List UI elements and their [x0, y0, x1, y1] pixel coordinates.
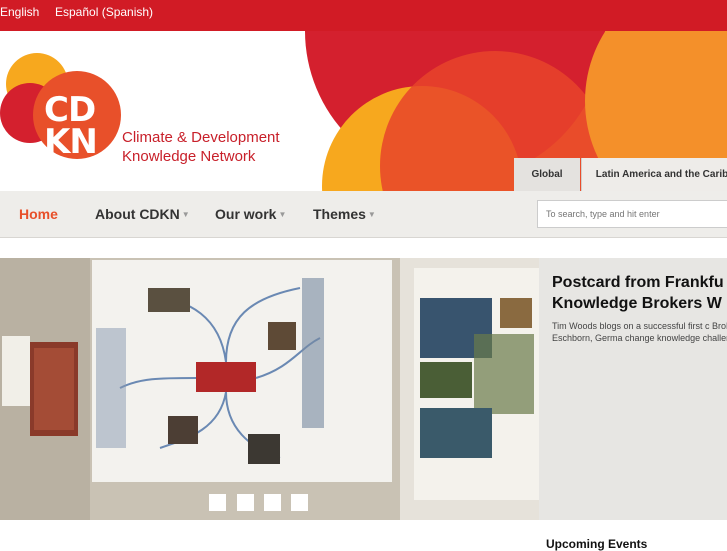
search-input[interactable] — [537, 200, 727, 228]
slide-dot-2[interactable] — [237, 494, 254, 511]
slide-dot-1[interactable] — [209, 494, 226, 511]
nav-about[interactable]: About CDKN ▼ — [95, 206, 190, 222]
logo-name-line1: Climate & Development — [122, 129, 280, 146]
upcoming-events-heading: Upcoming Events — [546, 537, 648, 551]
lang-english[interactable]: English — [0, 5, 39, 19]
chevron-down-icon: ▼ — [278, 210, 287, 219]
feature-photo — [0, 258, 539, 520]
nav-our-work[interactable]: Our work ▼ — [215, 206, 286, 222]
slide-dot-3[interactable] — [264, 494, 281, 511]
feature-panel: Postcard from Frankfu Knowledge Brokers … — [539, 258, 727, 520]
nav-home[interactable]: Home — [19, 206, 58, 222]
nav-themes[interactable]: Themes ▼ — [313, 206, 376, 222]
tab-latin-america[interactable]: Latin America and the Carib — [581, 158, 727, 191]
feature-summary: Tim Woods blogs on a successful first c … — [552, 321, 727, 343]
feature-title[interactable]: Postcard from Frankfu Knowledge Brokers … — [552, 272, 727, 314]
logo-name-line2: Knowledge Network — [122, 148, 256, 165]
lang-spanish[interactable]: Español (Spanish) — [55, 5, 153, 19]
chevron-down-icon: ▼ — [367, 210, 376, 219]
tab-global[interactable]: Global — [514, 158, 580, 191]
slide-dot-4[interactable] — [291, 494, 308, 511]
chevron-down-icon: ▼ — [181, 210, 190, 219]
logo-abbr-bottom: KN — [44, 122, 98, 162]
language-bar: English Español (Spanish) — [0, 0, 727, 31]
feature-image[interactable] — [0, 258, 539, 520]
